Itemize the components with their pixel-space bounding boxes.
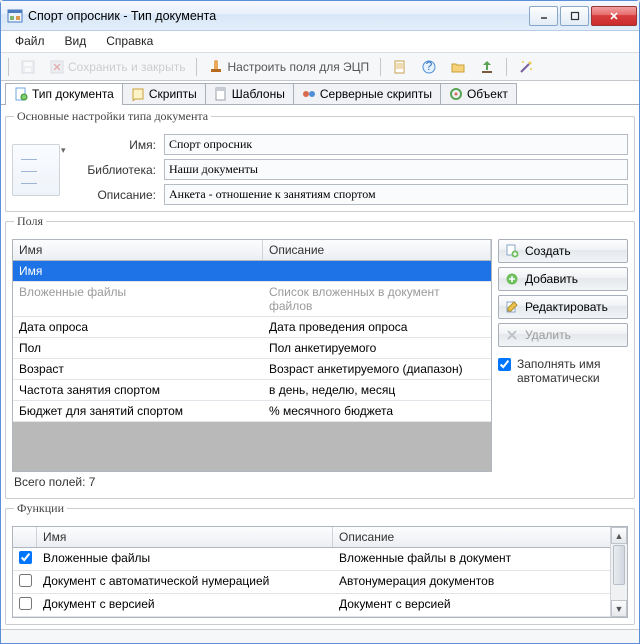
func-checkbox[interactable] bbox=[19, 574, 32, 587]
menubar: Файл Вид Справка bbox=[1, 31, 639, 53]
wand-icon bbox=[518, 59, 534, 75]
tab-label: Шаблоны bbox=[232, 87, 285, 101]
table-row[interactable]: ПолПол анкетируемого bbox=[13, 338, 491, 359]
tool-wand-button[interactable] bbox=[513, 56, 539, 78]
table-row[interactable]: Документ с автоматической нумерациейАвто… bbox=[13, 571, 627, 594]
func-col-desc[interactable]: Описание bbox=[333, 527, 627, 547]
maximize-button[interactable] bbox=[560, 6, 589, 26]
upload-icon bbox=[479, 59, 495, 75]
stamp-icon bbox=[208, 59, 224, 75]
add-button[interactable]: Добавить bbox=[498, 267, 628, 291]
table-row[interactable]: ВозрастВозраст анкетируемого (диапазон) bbox=[13, 359, 491, 380]
save-close-button: Сохранить и закрыть bbox=[44, 56, 190, 78]
functions-group-title: Функции bbox=[14, 501, 67, 516]
doc-type-icon bbox=[14, 87, 28, 101]
delete-button: Удалить bbox=[498, 323, 628, 347]
settings-group: Основные настройки типа документа ▾ Имя:… bbox=[5, 109, 635, 212]
tab-document-type[interactable]: Тип документа bbox=[5, 83, 123, 104]
tool-help-button[interactable]: ? bbox=[416, 56, 442, 78]
server-scripts-icon bbox=[302, 87, 316, 101]
tab-label: Объект bbox=[467, 87, 508, 101]
create-button[interactable]: Создать bbox=[498, 239, 628, 263]
save-close-icon bbox=[49, 59, 65, 75]
auto-name-checkbox[interactable]: Заполнять имя автоматически bbox=[498, 357, 628, 386]
save-icon bbox=[20, 59, 36, 75]
description-field[interactable] bbox=[164, 184, 628, 205]
table-row[interactable]: Документ с версиейДокумент с версией bbox=[13, 594, 627, 617]
tab-scripts[interactable]: Скрипты bbox=[122, 83, 206, 104]
create-icon bbox=[505, 244, 519, 258]
menu-help[interactable]: Справка bbox=[96, 31, 163, 52]
document-icon[interactable]: ▾ bbox=[12, 144, 60, 196]
fields-group: Поля Имя Описание ИмяВложенные файлыСпис… bbox=[5, 214, 635, 499]
settings-group-title: Основные настройки типа документа bbox=[14, 109, 211, 124]
func-checkbox[interactable] bbox=[19, 597, 32, 610]
edit-icon bbox=[505, 300, 519, 314]
tab-object[interactable]: Объект bbox=[440, 83, 517, 104]
col-name[interactable]: Имя bbox=[13, 240, 263, 260]
tab-strip: Тип документа Скрипты Шаблоны Серверные … bbox=[1, 81, 639, 105]
menu-view[interactable]: Вид bbox=[55, 31, 97, 52]
window-title: Спорт опросник - Тип документа bbox=[28, 9, 527, 23]
fields-header: Имя Описание bbox=[13, 240, 491, 261]
object-icon bbox=[449, 87, 463, 101]
svg-text:?: ? bbox=[426, 59, 433, 73]
save-button bbox=[15, 56, 41, 78]
close-button[interactable] bbox=[591, 6, 637, 26]
table-row[interactable]: Бюджет для занятий спортом% месячного бю… bbox=[13, 401, 491, 422]
fields-buttons: Создать Добавить Редактировать Удалить З… bbox=[498, 239, 628, 492]
name-field[interactable] bbox=[164, 134, 628, 155]
tool-folder-button[interactable] bbox=[445, 56, 471, 78]
save-close-label: Сохранить и закрыть bbox=[68, 60, 185, 74]
content-area: Основные настройки типа документа ▾ Имя:… bbox=[1, 105, 639, 629]
tool-doc-button[interactable] bbox=[387, 56, 413, 78]
table-row[interactable]: Имя bbox=[13, 261, 491, 282]
fields-summary: Всего полей: 7 bbox=[12, 472, 492, 492]
app-window: Спорт опросник - Тип документа Файл Вид … bbox=[0, 0, 640, 644]
tab-label: Тип документа bbox=[32, 87, 114, 101]
functions-header: Имя Описание bbox=[13, 527, 627, 548]
table-row[interactable]: Частота занятия спортомв день, неделю, м… bbox=[13, 380, 491, 401]
tab-templates[interactable]: Шаблоны bbox=[205, 83, 294, 104]
help-icon: ? bbox=[421, 59, 437, 75]
func-col-name[interactable]: Имя bbox=[37, 527, 333, 547]
add-icon bbox=[505, 272, 519, 286]
functions-group: Функции Имя Описание Вложенные файлыВлож… bbox=[5, 501, 635, 625]
tab-label: Скрипты bbox=[149, 87, 197, 101]
fields-table[interactable]: Имя Описание ИмяВложенные файлыСписок вл… bbox=[12, 239, 492, 472]
config-signature-label: Настроить поля для ЭЦП bbox=[227, 60, 369, 74]
library-label: Библиотека: bbox=[76, 163, 156, 177]
toolbar: Сохранить и закрыть Настроить поля для Э… bbox=[1, 53, 639, 81]
table-row[interactable]: Дата опросаДата проведения опроса bbox=[13, 317, 491, 338]
scroll-down-icon[interactable]: ▼ bbox=[611, 600, 627, 617]
delete-icon bbox=[505, 328, 519, 342]
scroll-thumb[interactable] bbox=[613, 545, 625, 585]
table-row[interactable]: Вложенные файлыВложенные файлы в докумен… bbox=[13, 548, 627, 571]
col-desc[interactable]: Описание bbox=[263, 240, 491, 260]
scroll-up-icon[interactable]: ▲ bbox=[611, 527, 627, 544]
edit-button[interactable]: Редактировать bbox=[498, 295, 628, 319]
menu-file[interactable]: Файл bbox=[5, 31, 55, 52]
folder-icon bbox=[450, 59, 466, 75]
scripts-icon bbox=[131, 87, 145, 101]
description-label: Описание: bbox=[76, 188, 156, 202]
tab-label: Серверные скрипты bbox=[320, 87, 432, 101]
name-label: Имя: bbox=[76, 138, 156, 152]
fields-group-title: Поля bbox=[14, 214, 46, 229]
functions-table[interactable]: Имя Описание Вложенные файлыВложенные фа… bbox=[12, 526, 628, 618]
library-field[interactable] bbox=[164, 159, 628, 180]
config-signature-button[interactable]: Настроить поля для ЭЦП bbox=[203, 56, 374, 78]
func-checkbox[interactable] bbox=[19, 551, 32, 564]
statusbar bbox=[1, 629, 639, 643]
doc-icon bbox=[392, 59, 408, 75]
app-icon bbox=[7, 8, 23, 24]
titlebar[interactable]: Спорт опросник - Тип документа bbox=[1, 1, 639, 31]
scrollbar[interactable]: ▲ ▼ bbox=[610, 527, 627, 617]
chevron-down-icon[interactable]: ▾ bbox=[61, 145, 71, 156]
tab-server-scripts[interactable]: Серверные скрипты bbox=[293, 83, 441, 104]
minimize-button[interactable] bbox=[529, 6, 558, 26]
tool-upload-button[interactable] bbox=[474, 56, 500, 78]
templates-icon bbox=[214, 87, 228, 101]
table-row[interactable]: Вложенные файлыСписок вложенных в докуме… bbox=[13, 282, 491, 317]
